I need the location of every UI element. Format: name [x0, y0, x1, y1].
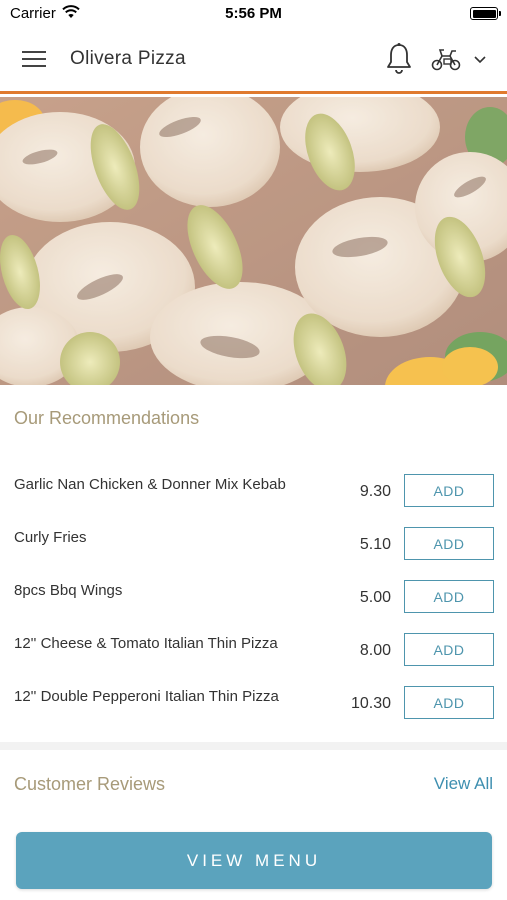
status-bar: Carrier 5:56 PM: [0, 0, 507, 28]
list-item: 8pcs Bbq Wings 5.00 ADD: [0, 570, 507, 623]
item-price: 8.00: [359, 642, 391, 659]
add-button[interactable]: ADD: [404, 474, 494, 507]
reviews-title: Customer Reviews: [14, 774, 166, 794]
kebab-photo: [0, 97, 507, 385]
page-title: Olivera Pizza: [70, 48, 186, 69]
add-button[interactable]: ADD: [404, 633, 494, 666]
chevron-down-icon[interactable]: [472, 52, 488, 66]
view-menu-button[interactable]: VIEW MENU: [16, 832, 492, 889]
add-button[interactable]: ADD: [404, 686, 494, 719]
scooter-icon[interactable]: [430, 46, 462, 72]
item-price: 5.10: [359, 536, 391, 553]
hero-image: [0, 97, 507, 385]
list-item: 12'' Double Pepperoni Italian Thin Pizza…: [0, 676, 507, 729]
status-time: 5:56 PM: [225, 5, 282, 22]
item-name: 12'' Double Pepperoni Italian Thin Pizza: [14, 688, 279, 705]
recommendations-title: Our Recommendations: [14, 408, 200, 428]
battery-icon: [470, 7, 501, 20]
add-button[interactable]: ADD: [404, 527, 494, 560]
item-price: 5.00: [359, 589, 391, 606]
item-name: 8pcs Bbq Wings: [14, 582, 123, 599]
app-header: Olivera Pizza: [0, 28, 507, 94]
view-all-link[interactable]: View All: [434, 774, 493, 794]
item-name: Garlic Nan Chicken & Donner Mix Kebab: [14, 476, 286, 493]
item-name: Curly Fries: [14, 529, 87, 546]
section-divider: [0, 742, 507, 750]
list-item: 12'' Cheese & Tomato Italian Thin Pizza …: [0, 623, 507, 676]
menu-icon[interactable]: [22, 48, 48, 70]
bell-icon[interactable]: [384, 42, 414, 76]
recommendations-list: Garlic Nan Chicken & Donner Mix Kebab 9.…: [0, 464, 507, 729]
item-name: 12'' Cheese & Tomato Italian Thin Pizza: [14, 635, 278, 652]
item-price: 10.30: [350, 695, 391, 712]
item-price: 9.30: [359, 483, 391, 500]
list-item: Curly Fries 5.10 ADD: [0, 517, 507, 570]
add-button[interactable]: ADD: [404, 580, 494, 613]
list-item: Garlic Nan Chicken & Donner Mix Kebab 9.…: [0, 464, 507, 517]
